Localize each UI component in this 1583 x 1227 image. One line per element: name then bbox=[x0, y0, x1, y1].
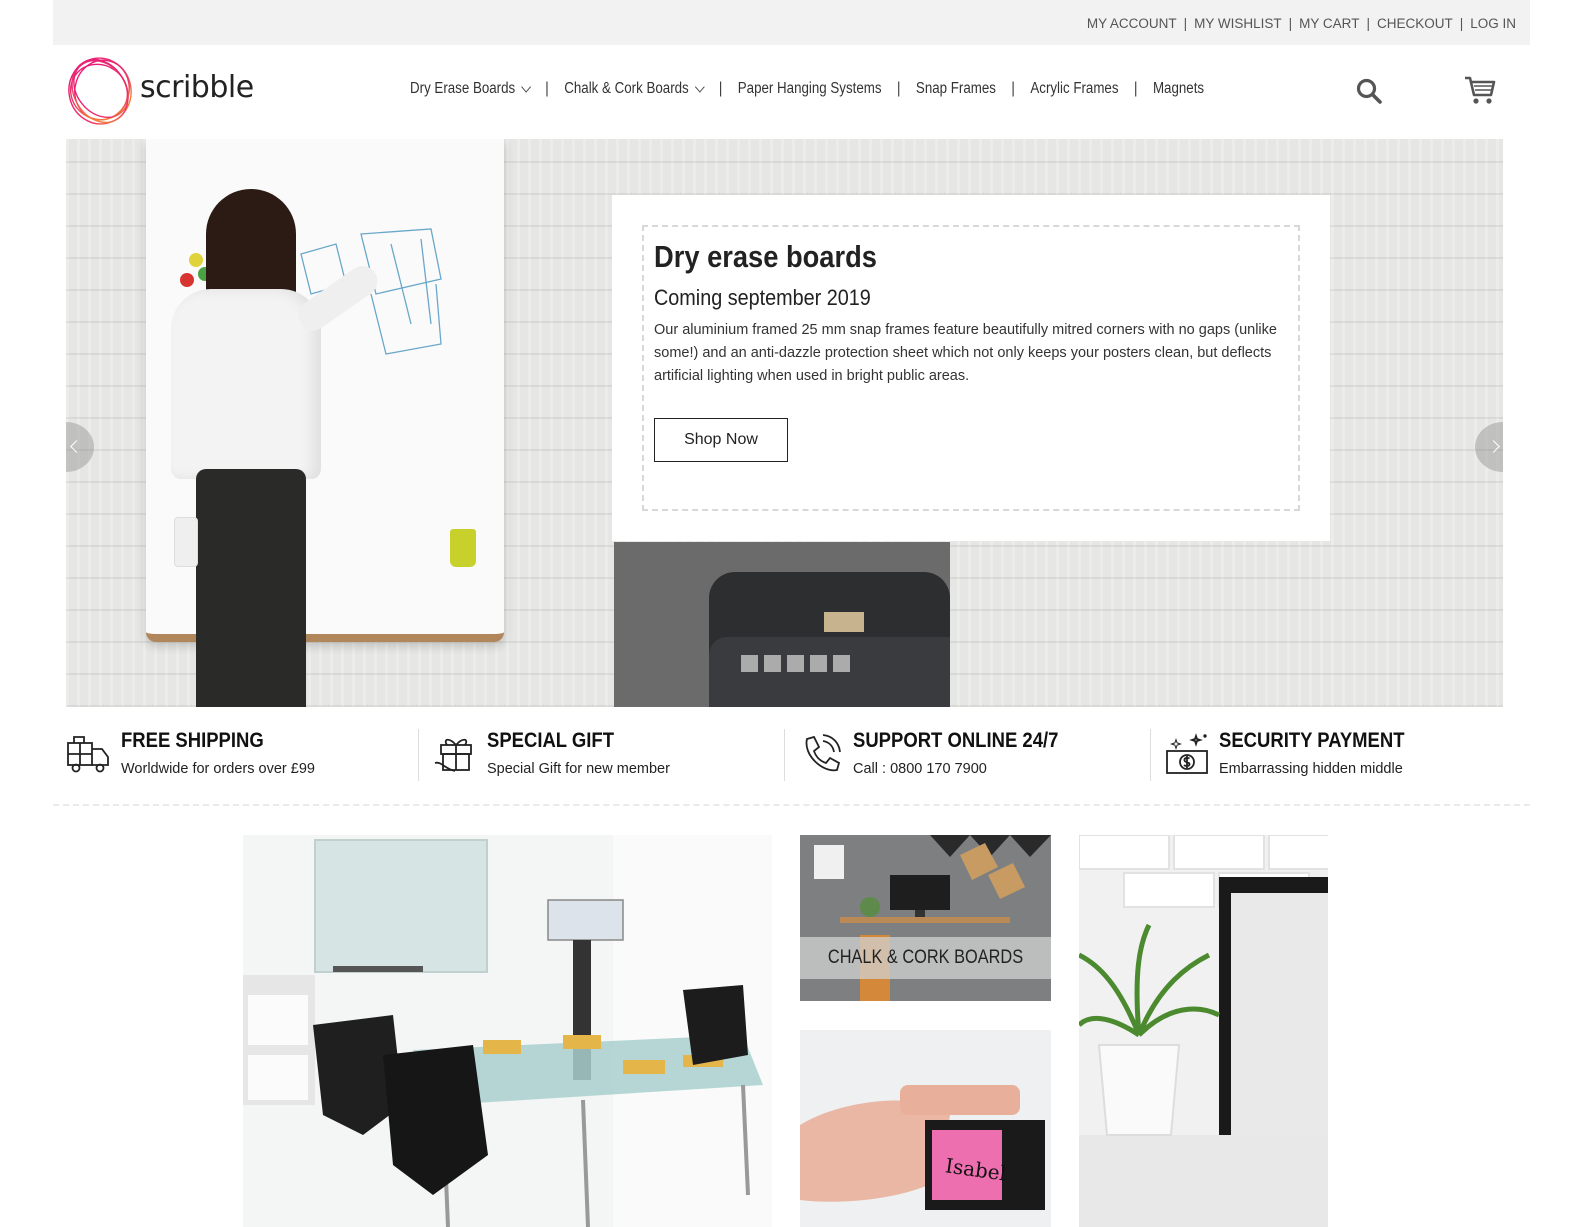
cart-icon[interactable] bbox=[1463, 74, 1497, 106]
chevron-down-icon bbox=[695, 80, 705, 93]
feature-title: SPECIAL GIFT bbox=[487, 729, 614, 752]
category-tile-chalk-cork-boards[interactable]: CHALK & CORK BOARDS bbox=[800, 835, 1051, 1001]
feature-special-gift: SPECIAL GIFT Special Gift for new member bbox=[418, 727, 785, 783]
feature-description: Call : 0800 170 7900 bbox=[853, 761, 987, 777]
feature-title: SUPPORT ONLINE 24/7 bbox=[853, 729, 1059, 752]
section-divider bbox=[53, 804, 1530, 806]
nav-item-label: Dry Erase Boards bbox=[410, 80, 516, 97]
side-table-illustration bbox=[824, 612, 864, 632]
category-label-text: CHALK & CORK BOARDS bbox=[827, 947, 1024, 968]
feature-description: Embarrassing hidden middle bbox=[1219, 761, 1403, 777]
person-illustration bbox=[196, 469, 306, 707]
hero-promo-card-border: Dry erase boards Coming september 2019 O… bbox=[642, 225, 1300, 511]
sofa-illustration bbox=[709, 572, 950, 707]
feature-support-online: SUPPORT ONLINE 24/7 Call : 0800 170 7900 bbox=[784, 727, 1151, 783]
feature-description: Worldwide for orders over £99 bbox=[121, 761, 315, 777]
pen-cup-illustration bbox=[450, 529, 476, 567]
chevron-right-icon bbox=[1487, 440, 1500, 453]
gift-icon bbox=[434, 738, 472, 772]
slider-dot[interactable] bbox=[833, 655, 850, 672]
nav-separator: | bbox=[896, 80, 901, 97]
feature-title: FREE SHIPPING bbox=[121, 729, 264, 752]
link-separator: | bbox=[1183, 16, 1188, 31]
chevron-down-icon bbox=[521, 80, 532, 93]
nav-item-magnets[interactable]: Magnets bbox=[1153, 80, 1204, 98]
brand-name[interactable]: scribble bbox=[140, 70, 254, 105]
category-tile-glass-boards[interactable] bbox=[243, 835, 772, 1227]
hero-title: Dry erase boards bbox=[654, 239, 877, 274]
slider-next-button[interactable] bbox=[1475, 422, 1503, 472]
money-icon bbox=[1166, 733, 1208, 774]
hero-description: Our aluminium framed 25 mm snap frames f… bbox=[654, 322, 1277, 384]
features-strip: FREE SHIPPING Worldwide for orders over … bbox=[53, 727, 1530, 783]
top-utility-bar: MY ACCOUNT | MY WISHLIST | MY CART | CHE… bbox=[53, 0, 1530, 45]
link-separator: | bbox=[1366, 16, 1370, 31]
nav-item-label: Chalk & Cork Boards bbox=[564, 80, 689, 97]
slider-dot[interactable] bbox=[764, 655, 781, 672]
feature-title: SECURITY PAYMENT bbox=[1219, 729, 1405, 752]
magnet-illustration bbox=[180, 273, 194, 287]
search-icon[interactable] bbox=[1355, 77, 1383, 105]
plant-frame-photo bbox=[1079, 835, 1328, 1227]
nav-item-acrylic-frames[interactable]: Acrylic Frames bbox=[1030, 80, 1118, 98]
slider-dot[interactable] bbox=[741, 655, 758, 672]
log-in-link[interactable]: LOG IN bbox=[1470, 16, 1516, 31]
meeting-room-photo bbox=[243, 835, 772, 1227]
sofa-cushion bbox=[709, 637, 950, 707]
slider-pagination bbox=[741, 655, 850, 672]
link-separator: | bbox=[1459, 16, 1464, 31]
category-label: CHALK & CORK BOARDS bbox=[800, 937, 1051, 979]
category-tile-magnets[interactable]: Isabel bbox=[800, 1030, 1051, 1227]
slider-dot[interactable] bbox=[787, 655, 804, 672]
hero-promo-card: Dry erase boards Coming september 2019 O… bbox=[612, 195, 1330, 541]
nav-item-chalk-cork-boards[interactable]: Chalk & Cork Boards bbox=[564, 80, 705, 98]
slider-prev-button[interactable] bbox=[66, 422, 94, 472]
checkout-link[interactable]: CHECKOUT bbox=[1377, 16, 1453, 31]
account-links: MY ACCOUNT | MY WISHLIST | MY CART | CHE… bbox=[1087, 16, 1516, 31]
nav-item-snap-frames[interactable]: Snap Frames bbox=[916, 80, 996, 98]
nav-separator: | bbox=[1011, 80, 1015, 97]
spray-bottle-illustration bbox=[174, 517, 198, 567]
sofa-photo bbox=[614, 542, 950, 707]
slider-dot[interactable] bbox=[810, 655, 827, 672]
nav-item-paper-hanging-systems[interactable]: Paper Hanging Systems bbox=[738, 80, 882, 98]
nav-separator: | bbox=[718, 80, 723, 97]
truck-icon bbox=[67, 736, 109, 773]
my-wishlist-link[interactable]: MY WISHLIST bbox=[1194, 16, 1282, 31]
nav-item-dry-erase-boards[interactable]: Dry Erase Boards bbox=[410, 80, 532, 98]
feature-description: Special Gift for new member bbox=[487, 761, 670, 777]
hero-slider: Dry erase boards Coming september 2019 O… bbox=[66, 139, 1503, 707]
feature-security-payment: SECURITY PAYMENT Embarrassing hidden mid… bbox=[1150, 727, 1517, 783]
my-cart-link[interactable]: MY CART bbox=[1299, 16, 1359, 31]
my-account-link[interactable]: MY ACCOUNT bbox=[1087, 16, 1177, 31]
category-tile-snap-frames[interactable] bbox=[1079, 835, 1328, 1227]
name-badge-photo: Isabel bbox=[800, 1030, 1051, 1227]
nav-separator: | bbox=[1133, 80, 1138, 97]
shop-now-button[interactable]: Shop Now bbox=[654, 418, 788, 462]
magnet-illustration bbox=[189, 253, 203, 267]
main-nav: Dry Erase Boards | Chalk & Cork Boards |… bbox=[410, 80, 1204, 98]
nav-separator: | bbox=[545, 80, 549, 97]
link-separator: | bbox=[1288, 16, 1293, 31]
chevron-left-icon bbox=[70, 440, 83, 453]
feature-free-shipping: FREE SHIPPING Worldwide for orders over … bbox=[53, 727, 419, 783]
phone-icon bbox=[805, 734, 841, 772]
hero-subtitle: Coming september 2019 bbox=[654, 285, 871, 310]
